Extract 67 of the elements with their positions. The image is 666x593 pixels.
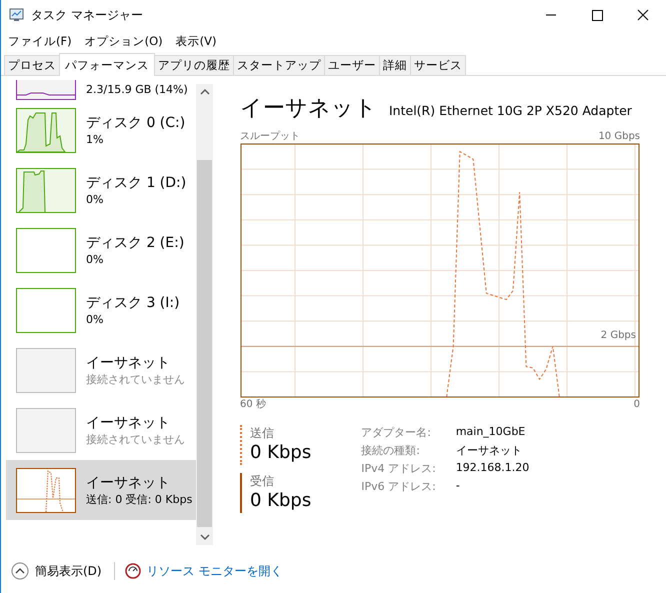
- tab[interactable]: アプリの履歴: [154, 55, 234, 75]
- rate-value: 0 Kbps: [250, 441, 312, 465]
- item-status: 送信: 0 受信: 0 Kbps: [86, 492, 192, 506]
- mini-graph-drawing: [16, 168, 76, 212]
- mini-graph-drawing: [16, 408, 76, 452]
- task-manager-icon: [9, 7, 25, 23]
- detail-value: main_10GbE: [456, 425, 526, 440]
- item-status: 0%: [86, 252, 104, 266]
- time-label: 0: [634, 398, 640, 411]
- scrollbar[interactable]: [196, 84, 213, 545]
- item-status: 2.3/15.9 GB (14%): [86, 82, 188, 97]
- resource-monitor-icon: [124, 563, 141, 579]
- caret-up-icon: [11, 562, 29, 580]
- item-status: 接続されていません: [86, 432, 185, 446]
- menu-item[interactable]: ファイル(F): [8, 34, 72, 48]
- sidebar-item[interactable]: ディスク 1 (D:) 0%: [1, 160, 196, 220]
- rate-label: 受信: [250, 473, 275, 489]
- graph-title: スループット: [240, 130, 300, 143]
- rate-label: 送信: [250, 425, 275, 441]
- scale-label: 2 Gbps: [600, 329, 636, 342]
- detail-label: IPv4 アドレス:: [361, 461, 436, 476]
- mini-graph-drawing: [16, 348, 76, 392]
- sidebar-item[interactable]: ディスク 2 (E:) 0%: [1, 220, 196, 280]
- detail-value: -: [456, 479, 461, 494]
- rate-value: 0 Kbps: [250, 489, 312, 513]
- mini-graph-drawing: [16, 108, 76, 152]
- detail-label: アダプター名:: [361, 425, 432, 440]
- window-title: タスク マネージャー: [31, 6, 144, 24]
- fewer-details-button[interactable]: 簡易表示(D): [9, 560, 104, 582]
- item-status: 1%: [86, 132, 104, 146]
- time-label: 60 秒: [240, 398, 266, 411]
- mini-graph-drawing: [16, 468, 76, 512]
- sidebar-item[interactable]: 2.3/15.9 GB (14%): [1, 80, 196, 100]
- sidebar-item[interactable]: イーサネット 送信: 0 受信: 0 Kbps: [6, 460, 196, 520]
- tab[interactable]: プロセス: [4, 55, 60, 75]
- sidebar-item[interactable]: イーサネット 接続されていません: [1, 340, 196, 400]
- item-title: イーサネット: [86, 354, 171, 372]
- item-status: 接続されていません: [86, 372, 185, 386]
- scale-label: 10 Gbps: [598, 130, 640, 143]
- item-title: ディスク 1 (D:): [86, 174, 186, 192]
- tab[interactable]: スタートアップ: [233, 55, 325, 75]
- item-title: イーサネット: [86, 474, 171, 492]
- tab[interactable]: パフォーマンス: [59, 53, 155, 76]
- item-status: 0%: [86, 192, 104, 206]
- scroll-thumb[interactable]: [197, 160, 212, 527]
- menu-item[interactable]: オプション(O): [84, 34, 163, 48]
- sidebar-item[interactable]: ディスク 3 (I:) 0%: [1, 280, 196, 340]
- item-title: イーサネット: [86, 414, 171, 432]
- item-title: ディスク 2 (E:): [86, 234, 184, 252]
- tab[interactable]: サービス: [410, 55, 466, 75]
- detail-value: イーサネット: [456, 443, 523, 458]
- item-status: 0%: [86, 312, 104, 326]
- resource-monitor-link[interactable]: リソース モニターを開く: [146, 562, 282, 580]
- sidebar-item[interactable]: ディスク 0 (C:) 1%: [1, 100, 196, 160]
- panel-title: イーサネット: [240, 95, 377, 123]
- sidebar-item[interactable]: イーサネット 接続されていません: [1, 400, 196, 460]
- adapter-name: Intel(R) Ethernet 10G 2P X520 Adapter: [389, 103, 632, 118]
- detail-label: 接続の種類:: [361, 443, 421, 458]
- detail-value: 192.168.1.20: [456, 461, 530, 476]
- detail-label: IPv6 アドレス:: [361, 479, 436, 494]
- item-title: ディスク 3 (I:): [86, 294, 180, 312]
- tab[interactable]: 詳細: [379, 55, 411, 75]
- mini-graph-drawing: [16, 228, 76, 272]
- menu-item[interactable]: 表示(V): [176, 34, 216, 48]
- mini-graph-drawing: [16, 288, 76, 332]
- item-title: ディスク 0 (C:): [86, 114, 186, 132]
- tab[interactable]: ユーザー: [324, 55, 380, 75]
